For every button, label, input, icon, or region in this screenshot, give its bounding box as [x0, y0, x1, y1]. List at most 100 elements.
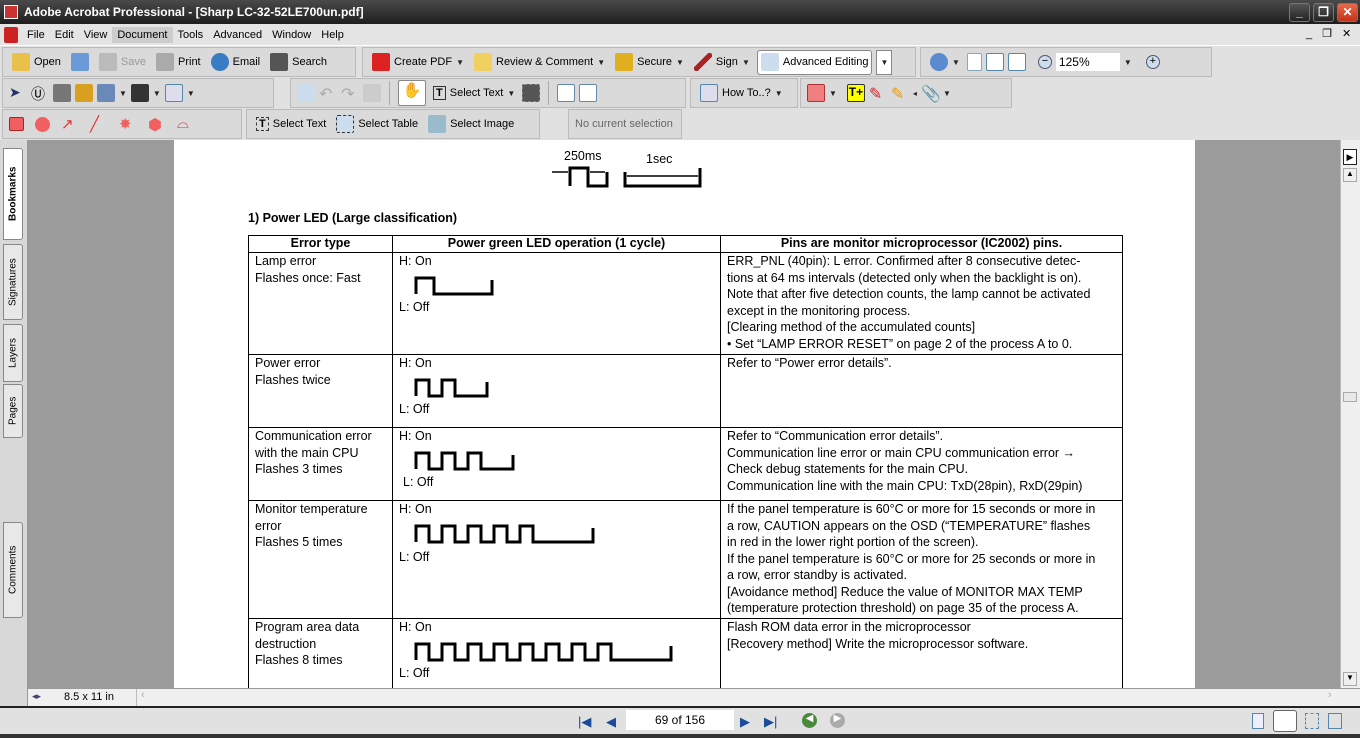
undo-icon[interactable]: ↶: [319, 84, 337, 103]
note-icon[interactable]: [807, 84, 825, 102]
previous-page-icon[interactable]: ◀: [606, 714, 616, 730]
document-view[interactable]: 250ms 1sec 1) Power LED (Large classific…: [28, 140, 1340, 688]
zoom-out-icon[interactable]: −: [1037, 55, 1052, 69]
text-box-icon[interactable]: T+: [846, 84, 865, 102]
restore-button[interactable]: ❐: [1313, 3, 1334, 22]
led-waveform: [414, 524, 595, 543]
movie-icon[interactable]: [130, 84, 149, 102]
error-type-cell: Communication error with the main CPU Flas…: [248, 427, 393, 501]
scroll-thumb[interactable]: [1343, 392, 1357, 402]
email-button[interactable]: Email: [208, 51, 264, 73]
menu-advanced[interactable]: Advanced: [208, 27, 267, 43]
facing-icon[interactable]: [1328, 713, 1342, 729]
hand-tool-icon[interactable]: ✋: [398, 80, 426, 106]
page-number-input[interactable]: 69 of 156: [626, 710, 734, 730]
select-arrow-icon[interactable]: ➤: [9, 84, 27, 102]
rotate-page-icon[interactable]: [557, 84, 576, 102]
go-back-icon[interactable]: ◀: [802, 713, 817, 728]
scroll-right-icon[interactable]: ›: [1328, 689, 1332, 701]
zoom-input[interactable]: 125%: [1055, 53, 1120, 71]
form-icon[interactable]: [97, 84, 115, 102]
menu-file[interactable]: File: [22, 27, 50, 43]
scroll-left-icon[interactable]: ‹: [136, 689, 145, 706]
select-text-button[interactable]: T Select Text: [253, 115, 329, 133]
select-table-button[interactable]: Select Table: [333, 113, 421, 135]
polyline-icon[interactable]: ⌓: [177, 115, 195, 133]
organizer-button[interactable]: [68, 51, 92, 73]
sign-button[interactable]: Sign ▼: [691, 51, 753, 73]
search-button[interactable]: Search: [267, 51, 330, 73]
menu-help[interactable]: Help: [316, 27, 349, 43]
scroll-down-icon[interactable]: ▼: [1343, 672, 1357, 686]
spellcheck-icon[interactable]: [297, 84, 315, 102]
arrow-icon[interactable]: ↗: [61, 115, 79, 133]
close-button[interactable]: ✕: [1337, 3, 1358, 22]
page-arrow-icon[interactable]: ▶: [1343, 149, 1357, 165]
save-button[interactable]: Save: [96, 51, 149, 73]
menu-view[interactable]: View: [79, 27, 113, 43]
highlighter-icon[interactable]: ✎: [891, 84, 909, 103]
cloud-icon[interactable]: ✸: [119, 115, 137, 133]
next-page-icon[interactable]: ▶: [740, 714, 750, 730]
print-button[interactable]: Print: [153, 51, 204, 73]
continuous-facing-icon[interactable]: [1305, 713, 1319, 729]
select-text-tool[interactable]: T Select Text ▼: [430, 84, 518, 102]
fit-page-icon[interactable]: [985, 53, 1004, 71]
led-waveform: [414, 642, 673, 661]
horizontal-scrollbar[interactable]: ◂▸ 8.5 x 11 in ‹ ›: [28, 688, 1360, 706]
redo-icon[interactable]: ↷: [341, 84, 359, 103]
tab-pages[interactable]: Pages: [3, 384, 23, 438]
link-icon[interactable]: [75, 84, 93, 102]
led-operation-cell: H: On L: Off: [392, 427, 721, 501]
advanced-editing-button[interactable]: Advanced Editing: [756, 49, 873, 75]
touchup-icon[interactable]: Ⓤ: [31, 84, 49, 102]
split-icon[interactable]: ◂▸: [32, 691, 41, 702]
create-pdf-button[interactable]: Create PDF ▼: [369, 51, 467, 73]
how-to-button[interactable]: How To..? ▼: [697, 82, 786, 104]
waveform-line: [414, 524, 595, 543]
zoom-dropdown[interactable]: ▼: [1124, 58, 1132, 67]
single-page-icon[interactable]: [1252, 713, 1264, 729]
tab-signatures[interactable]: Signatures: [3, 244, 23, 320]
globe-mail-icon: [210, 53, 229, 71]
zoom-in-icon[interactable]: +: [1145, 55, 1160, 69]
oval-icon[interactable]: [35, 116, 50, 132]
polygon-icon[interactable]: ⬢: [148, 115, 166, 134]
menu-tools[interactable]: Tools: [173, 27, 209, 43]
tab-bookmarks[interactable]: Bookmarks: [3, 148, 23, 240]
crop-icon[interactable]: [53, 84, 71, 102]
scroll-up-icon[interactable]: ▲: [1343, 168, 1357, 182]
first-page-icon[interactable]: |◀: [578, 714, 591, 730]
menu-document[interactable]: Document: [112, 26, 173, 43]
minimize-button[interactable]: _: [1289, 3, 1310, 22]
go-forward-icon[interactable]: ▶: [830, 713, 845, 728]
rectangle-icon[interactable]: [9, 117, 24, 131]
fit-width-icon[interactable]: [1007, 53, 1026, 71]
last-page-icon[interactable]: ▶|: [764, 714, 777, 730]
copy-icon[interactable]: [363, 84, 381, 102]
menu-window[interactable]: Window: [267, 27, 316, 43]
open-button[interactable]: Open: [9, 51, 64, 73]
led-operation-cell: H: On L: Off: [392, 500, 721, 619]
waveform-line: [414, 642, 673, 661]
actual-size-icon[interactable]: [966, 53, 982, 71]
doc-window-controls[interactable]: _❐✕: [1306, 27, 1360, 40]
error-type-line: Flashes once: Fast: [255, 270, 361, 285]
zoom-in-tool[interactable]: ▼: [927, 51, 963, 73]
vertical-scrollbar[interactable]: ▶ ▲ ▼: [1340, 140, 1360, 688]
secure-button[interactable]: Secure ▼: [612, 51, 687, 73]
extract-page-icon[interactable]: [579, 84, 598, 102]
menu-edit[interactable]: Edit: [50, 27, 79, 43]
select-image-button[interactable]: Select Image: [425, 113, 517, 135]
continuous-icon[interactable]: [1273, 710, 1297, 732]
review-comment-button[interactable]: Review & Comment ▼: [471, 51, 608, 73]
tab-comments[interactable]: Comments: [3, 522, 23, 618]
text-field-icon[interactable]: [164, 84, 183, 102]
attach-icon[interactable]: 📎: [921, 84, 941, 103]
advanced-editing-dropdown[interactable]: ▼: [876, 49, 893, 75]
line-icon[interactable]: ╱: [90, 115, 108, 133]
low-label: L: Off: [399, 401, 430, 416]
pencil-red-icon[interactable]: ✎: [869, 84, 887, 103]
tab-layers[interactable]: Layers: [3, 324, 23, 382]
snapshot-icon[interactable]: [522, 84, 541, 102]
